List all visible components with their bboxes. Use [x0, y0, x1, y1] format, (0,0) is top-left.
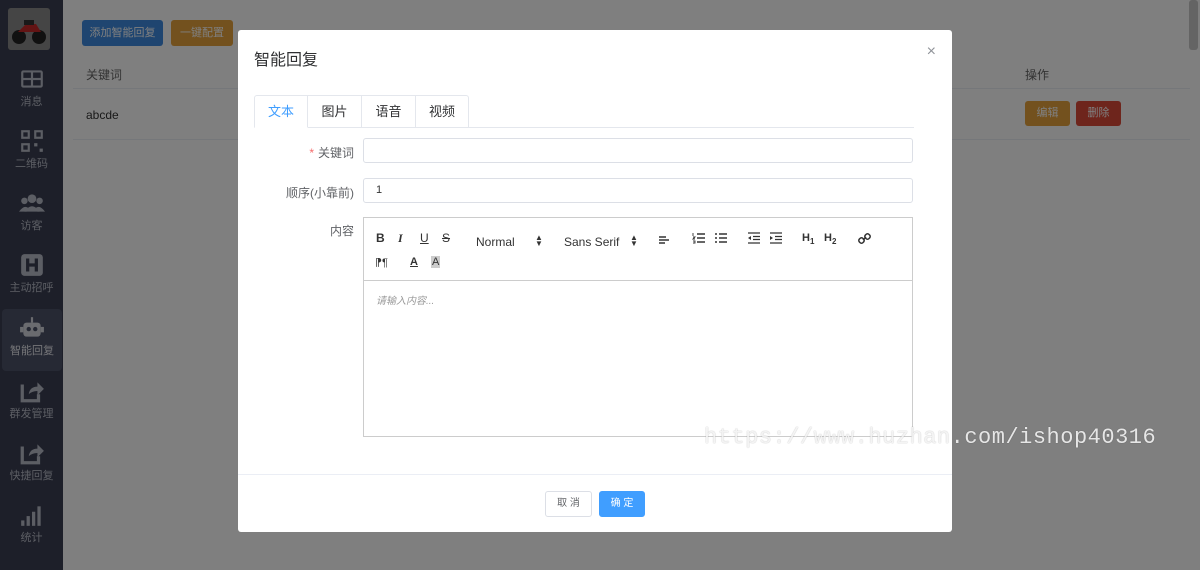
dialog-title: 智能回复 — [254, 52, 319, 69]
cancel-button[interactable]: 取 消 — [545, 491, 592, 517]
font-picker[interactable]: Sans Serif ▲ ▼ — [564, 233, 638, 249]
italic-icon[interactable]: I — [398, 231, 403, 246]
close-icon[interactable]: × — [927, 44, 936, 60]
content-label: 内容 — [329, 224, 354, 238]
confirm-button[interactable]: 确 定 — [599, 491, 645, 517]
tab-video[interactable]: 视频 — [416, 95, 469, 128]
strike-icon[interactable]: S — [442, 231, 450, 245]
size-picker[interactable]: Normal ▲ ▼ — [476, 233, 543, 249]
smart-reply-dialog: 智能回复 × 文本 图片 语音 视频 * 关键词 顺序(小靠前) 1 内容 B I… — [238, 30, 952, 532]
order-label: 顺序(小靠前) — [286, 186, 354, 200]
text-direction-icon[interactable]: ⁋¶ — [375, 256, 388, 269]
header2-icon[interactable]: H2 — [824, 232, 836, 246]
order-input[interactable]: 1 — [363, 178, 913, 203]
outdent-icon[interactable] — [747, 232, 761, 244]
underline-icon[interactable]: U — [420, 231, 429, 245]
tab-text[interactable]: 文本 — [254, 95, 308, 128]
dialog-footer-divider — [238, 474, 952, 475]
bold-icon[interactable]: B — [376, 231, 385, 245]
tab-bar: 文本 图片 语音 视频 — [254, 95, 914, 128]
tab-voice[interactable]: 语音 — [362, 95, 416, 128]
size-picker-value: Normal — [476, 235, 515, 249]
rich-text-editor: B I U S Normal ▲ ▼ Sans Serif ▲ ▼ H1 H2 … — [363, 217, 913, 437]
ordered-list-icon[interactable] — [692, 232, 706, 244]
font-picker-value: Sans Serif — [564, 235, 620, 249]
keyword-input[interactable] — [363, 138, 913, 163]
tab-image[interactable]: 图片 — [308, 95, 362, 128]
keyword-label-text: 关键词 — [317, 146, 354, 160]
bullet-list-icon[interactable] — [714, 232, 728, 244]
background-color-icon[interactable]: A — [431, 256, 441, 268]
updown-icon: ▼ — [535, 239, 543, 248]
link-icon[interactable] — [858, 232, 871, 245]
watermark: https://www.huzhan.com/ishop40316 — [704, 425, 1157, 450]
header1-icon[interactable]: H1 — [802, 232, 814, 246]
font-color-icon[interactable]: A — [410, 256, 418, 268]
indent-icon[interactable] — [769, 232, 783, 244]
keyword-label: * 关键词 — [309, 144, 354, 161]
align-icon[interactable] — [658, 234, 670, 246]
required-mark: * — [309, 146, 314, 160]
editor-toolbar: B I U S Normal ▲ ▼ Sans Serif ▲ ▼ H1 H2 … — [364, 218, 912, 281]
updown-icon: ▼ — [630, 239, 638, 248]
editor-placeholder[interactable]: 请输入内容... — [376, 292, 434, 307]
